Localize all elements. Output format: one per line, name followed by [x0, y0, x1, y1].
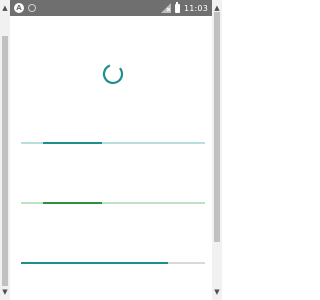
scroll-up-arrow-icon[interactable]: ▲	[0, 2, 10, 14]
right-scrollbar[interactable]: ▲ ▼	[212, 0, 222, 300]
right-scroll-thumb[interactable]	[214, 12, 220, 242]
status-bar: A 11:03	[10, 0, 212, 16]
scroll-down-arrow-icon[interactable]: ▼	[0, 286, 10, 298]
left-scroll-thumb[interactable]	[2, 36, 8, 286]
status-clock: 11:03	[183, 3, 208, 13]
scroll-down-arrow-icon[interactable]: ▼	[212, 286, 222, 298]
status-notifications: A	[14, 2, 36, 14]
emulator-screen: ▲ ▼ ▲ ▼ A 11:03	[0, 0, 222, 300]
indeterminate-progress-bar-green	[21, 202, 205, 204]
notification-circle-icon	[28, 4, 36, 12]
battery-icon	[174, 2, 180, 13]
progress-bar-indicator	[43, 202, 102, 204]
no-signal-icon	[160, 3, 171, 13]
loading-spinner-icon	[102, 64, 124, 85]
status-system-icons: 11:03	[160, 0, 208, 16]
progress-bar-indicator	[21, 262, 169, 264]
progress-bar-indicator	[43, 142, 102, 144]
indeterminate-progress-bar-teal	[21, 142, 205, 144]
left-scrollbar[interactable]: ▲ ▼	[0, 0, 10, 300]
notification-a-icon: A	[14, 3, 24, 13]
determinate-progress-bar	[21, 262, 205, 264]
